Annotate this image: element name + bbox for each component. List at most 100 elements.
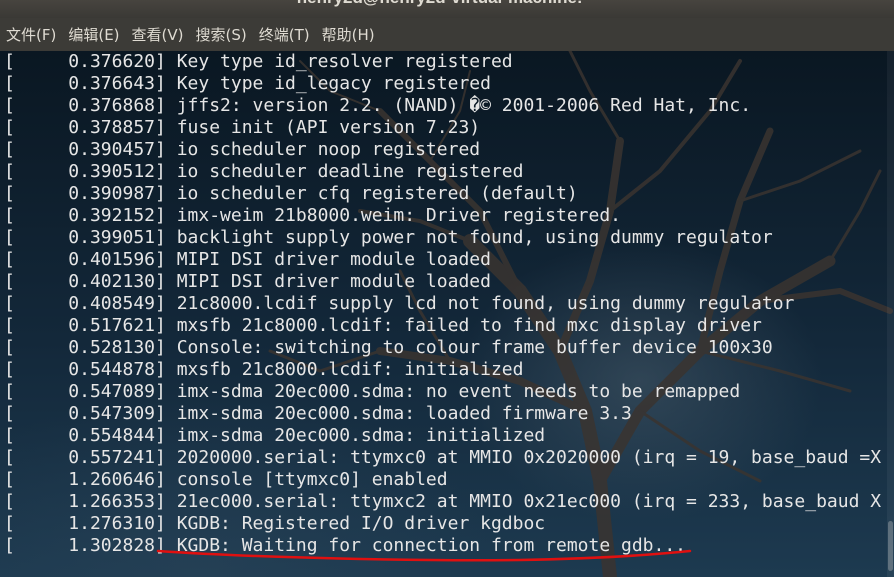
log-line: [0.547309] imx-sdma 20ec000.sdma: loaded…: [4, 403, 881, 425]
log-bracket-close: ]: [155, 271, 177, 292]
log-line: [0.378857] fuse init (API version 7.23): [4, 117, 881, 139]
log-bracket: [: [4, 513, 15, 534]
log-timestamp: 0.547309: [68, 403, 155, 424]
log-bracket-close: ]: [155, 205, 177, 226]
terminal-window: henry2d@henry2d-virtual-machine: ~ 文件(F)…: [0, 0, 894, 577]
log-bracket-close: ]: [155, 73, 177, 94]
log-bracket: [: [4, 293, 15, 314]
log-bracket: [: [4, 315, 15, 336]
log-bracket-close: ]: [155, 51, 177, 72]
menu-search[interactable]: 搜索(S): [196, 24, 247, 45]
menu-view[interactable]: 查看(V): [132, 24, 184, 45]
log-message: io scheduler cfq registered (default): [176, 183, 578, 204]
menu-bar: 文件(F) 编辑(E) 查看(V) 搜索(S) 终端(T) 帮助(H): [0, 18, 894, 51]
log-bracket: [: [4, 73, 15, 94]
log-line: [0.528130] Console: switching to colour …: [4, 337, 881, 359]
log-bracket-close: ]: [155, 227, 177, 248]
log-message: fuse init (API version 7.23): [176, 117, 481, 138]
log-bracket-close: ]: [155, 337, 177, 358]
log-line: [1.260646] console [ttymxc0] enabled: [4, 469, 881, 491]
log-message: KGDB: Waiting for connection from remote…: [176, 535, 687, 556]
log-timestamp: 0.376643: [68, 73, 155, 94]
log-line: [0.376868] jffs2: version 2.2. (NAND) �©…: [4, 95, 881, 117]
log-bracket: [: [4, 183, 15, 204]
log-message: KGDB: Registered I/O driver kgdboc: [176, 513, 546, 534]
log-timestamp: 0.401596: [68, 249, 155, 270]
log-line: [0.554844] imx-sdma 20ec000.sdma: initia…: [4, 425, 881, 447]
log-message: io scheduler deadline registered: [176, 161, 524, 182]
log-bracket: [: [4, 447, 15, 468]
menu-edit[interactable]: 编辑(E): [68, 24, 119, 45]
window-title: henry2d@henry2d-virtual-machine: ~: [0, 0, 894, 8]
log-message: imx-sdma 20ec000.sdma: initialized: [176, 425, 546, 446]
log-bracket-close: ]: [155, 381, 177, 402]
title-bar[interactable]: henry2d@henry2d-virtual-machine: ~: [0, 0, 894, 18]
log-line: [0.402130] MIPI DSI driver module loaded: [4, 271, 881, 293]
log-bracket-close: ]: [155, 513, 177, 534]
log-message: imx-sdma 20ec000.sdma: loaded firmware 3…: [176, 403, 632, 424]
log-line: [0.390512] io scheduler deadline registe…: [4, 161, 881, 183]
log-bracket-close: ]: [155, 249, 177, 270]
log-bracket-close: ]: [155, 293, 177, 314]
log-timestamp: 1.302828: [68, 535, 155, 556]
log-timestamp: 0.390457: [68, 139, 155, 160]
log-timestamp: 0.547089: [68, 381, 155, 402]
log-line: [0.401596] MIPI DSI driver module loaded: [4, 249, 881, 271]
log-bracket-close: ]: [155, 535, 177, 556]
log-message: io scheduler noop registered: [176, 139, 481, 160]
log-bracket: [: [4, 249, 15, 270]
scrollbar[interactable]: [887, 51, 894, 577]
log-message: 21ec000.serial: ttymxc2 at MMIO 0x21ec00…: [176, 491, 882, 512]
log-bracket: [: [4, 117, 15, 138]
log-timestamp: 0.378857: [68, 117, 155, 138]
log-line: [0.517621] mxsfb 21c8000.lcdif: failed t…: [4, 315, 881, 337]
log-bracket-close: ]: [155, 117, 177, 138]
kernel-log: [0.376620] Key type id_resolver register…: [4, 51, 881, 557]
log-line: [1.276310] KGDB: Registered I/O driver k…: [4, 513, 881, 535]
log-timestamp: 0.544878: [68, 359, 155, 380]
log-line: [1.302828] KGDB: Waiting for connection …: [4, 535, 881, 557]
log-bracket-close: ]: [155, 183, 177, 204]
log-bracket: [: [4, 337, 15, 358]
log-bracket-close: ]: [155, 315, 177, 336]
log-line: [0.544878] mxsfb 21c8000.lcdif: initiali…: [4, 359, 881, 381]
log-bracket-close: ]: [155, 491, 177, 512]
log-message: 21c8000.lcdif supply lcd not found, usin…: [176, 293, 795, 314]
log-bracket: [: [4, 161, 15, 182]
log-bracket: [: [4, 271, 15, 292]
log-message: imx-weim 21b8000.weim: Driver registered…: [176, 205, 622, 226]
log-message: mxsfb 21c8000.lcdif: failed to find mxc …: [176, 315, 762, 336]
log-bracket: [: [4, 205, 15, 226]
log-line: [0.390987] io scheduler cfq registered (…: [4, 183, 881, 205]
scrollbar-thumb[interactable]: [888, 521, 893, 571]
log-timestamp: 0.390987: [68, 183, 155, 204]
log-bracket: [: [4, 491, 15, 512]
log-message: jffs2: version 2.2. (NAND) �© 2001-2006 …: [176, 95, 752, 116]
log-timestamp: 0.408549: [68, 293, 155, 314]
log-message: 2020000.serial: ttymxc0 at MMIO 0x202000…: [176, 447, 882, 468]
log-bracket: [: [4, 51, 15, 72]
log-bracket: [: [4, 227, 15, 248]
terminal-output-area[interactable]: [0.376620] Key type id_resolver register…: [0, 51, 894, 577]
log-timestamp: 0.557241: [68, 447, 155, 468]
log-bracket: [: [4, 359, 15, 380]
menu-file[interactable]: 文件(F): [6, 24, 56, 45]
log-timestamp: 0.402130: [68, 271, 155, 292]
log-bracket: [: [4, 139, 15, 160]
log-timestamp: 0.528130: [68, 337, 155, 358]
log-message: imx-sdma 20ec000.sdma: no event needs to…: [176, 381, 741, 402]
log-timestamp: 0.517621: [68, 315, 155, 336]
menu-terminal[interactable]: 终端(T): [259, 24, 310, 45]
log-timestamp: 0.554844: [68, 425, 155, 446]
log-message: mxsfb 21c8000.lcdif: initialized: [176, 359, 524, 380]
log-line: [0.399051] backlight supply power not fo…: [4, 227, 881, 249]
log-bracket-close: ]: [155, 359, 177, 380]
log-timestamp: 0.376620: [68, 51, 155, 72]
log-line: [1.266353] 21ec000.serial: ttymxc2 at MM…: [4, 491, 881, 513]
log-bracket-close: ]: [155, 95, 177, 116]
log-bracket-close: ]: [155, 425, 177, 446]
log-bracket-close: ]: [155, 447, 177, 468]
log-bracket: [: [4, 469, 15, 490]
log-line: [0.376620] Key type id_resolver register…: [4, 51, 881, 73]
menu-help[interactable]: 帮助(H): [322, 24, 375, 45]
